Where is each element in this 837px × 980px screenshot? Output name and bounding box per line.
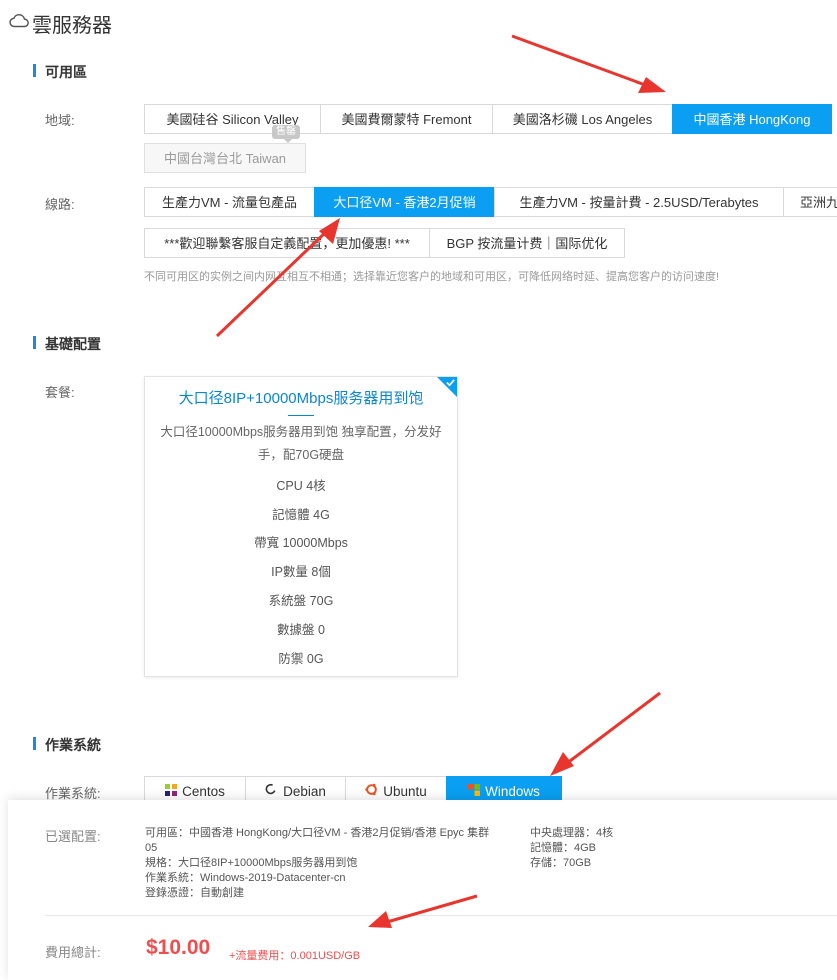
spec-bandwidth: 帶寬 10000Mbps: [254, 536, 348, 550]
spec-ip-count: IP數量 8個: [271, 565, 331, 579]
line-option-productivity-traffic[interactable]: 生產力VM - 流量包產品: [144, 187, 315, 217]
section-os: 作業系統: [33, 735, 101, 755]
annotation-arrow: [511, 34, 649, 88]
traffic-fee: +流量费用：0.001USD/GB: [229, 950, 361, 962]
annotation-arrowhead: [550, 752, 574, 776]
line-option-asia[interactable]: 亞洲九: [783, 187, 837, 217]
region-option-fremont[interactable]: 美國費爾蒙特 Fremont: [320, 104, 493, 134]
annotation-arrow: [565, 691, 661, 766]
package-description: 大口径10000Mbps服务器用到饱 独享配置，分发好手，配70G硬盘: [160, 425, 442, 462]
spec-cpu: CPU 4核: [276, 479, 326, 493]
selected-config-hardware: 中央處理器：4核 記憶體：4GB 存儲：70GB: [530, 826, 613, 871]
spec-system-disk: 系統盤 70G: [268, 594, 334, 608]
cloud-icon: [8, 10, 30, 38]
summary-storage: 存儲：70GB: [530, 857, 592, 869]
page-title-text: 雲服務器: [32, 15, 112, 37]
summary-memory: 記憶體：4GB: [530, 842, 597, 854]
section-availability: 可用區: [33, 62, 87, 82]
selected-config-label: 已選配置:: [45, 829, 101, 844]
summary-cpu: 中央處理器：4核: [530, 827, 614, 839]
checkmark-icon: [437, 377, 457, 397]
summary-divider: [45, 915, 837, 916]
selected-config-details: 可用區：中國香港 HongKong/大口径VM - 香港2月促销/香港 Epyc…: [145, 826, 500, 901]
spec-data-disk: 數據盤 0: [277, 623, 325, 637]
spec-defense: 防禦 0G: [278, 652, 324, 666]
line-option-bgp[interactable]: BGP 按流量计费｜国际优化: [429, 228, 625, 258]
package-label: 套餐:: [45, 385, 75, 400]
total-cost-label: 費用總計:: [45, 945, 101, 960]
summary-os-line: 作業系統：Windows-2019-Datacenter-cn: [145, 872, 346, 884]
summary-region-line: 可用區：中國香港 HongKong/大口径VM - 香港2月促销/香港 Epyc…: [145, 827, 490, 854]
region-option-hongkong[interactable]: 中國香港 HongKong: [672, 104, 832, 134]
title-underline: [288, 415, 314, 416]
region-option-los-angeles[interactable]: 美國洛杉磯 Los Angeles: [492, 104, 673, 134]
line-option-large-caliber[interactable]: 大口径VM - 香港2月促销: [314, 187, 495, 217]
package-card[interactable]: 大口径8IP+10000Mbps服务器用到饱 大口径10000Mbps服务器用到…: [144, 376, 458, 677]
page-title: 雲服務器: [8, 9, 112, 38]
summary-login-line: 登錄憑證：自動創建: [145, 887, 244, 899]
line-option-productivity-metered[interactable]: 生產力VM - 按量計費 - 2.5USD/Terabytes: [494, 187, 784, 217]
total-price: $10.00: [146, 936, 211, 959]
line-option-custom-config[interactable]: ***歡迎聯繫客服自定義配置，更加優惠! ***: [144, 228, 430, 258]
line-label: 線路:: [45, 197, 75, 212]
package-title: 大口径8IP+10000Mbps服务器用到饱: [178, 390, 424, 407]
summary-spec-line: 規格：大口径8IP+10000Mbps服务器用到饱: [145, 857, 358, 869]
section-basic-config: 基礎配置: [33, 334, 101, 354]
region-option-taiwan[interactable]: 中國台灣台北 Taiwan: [144, 143, 306, 173]
spec-memory: 記憶體 4G: [272, 508, 330, 522]
region-label: 地域:: [45, 113, 75, 128]
availability-hint: 不同可用区的实例之间内网互相互不相通；选择靠近您客户的地域和可用区，可降低网络时…: [144, 271, 720, 283]
sold-out-badge: 售罄: [272, 125, 300, 143]
annotation-arrowhead: [638, 77, 666, 93]
